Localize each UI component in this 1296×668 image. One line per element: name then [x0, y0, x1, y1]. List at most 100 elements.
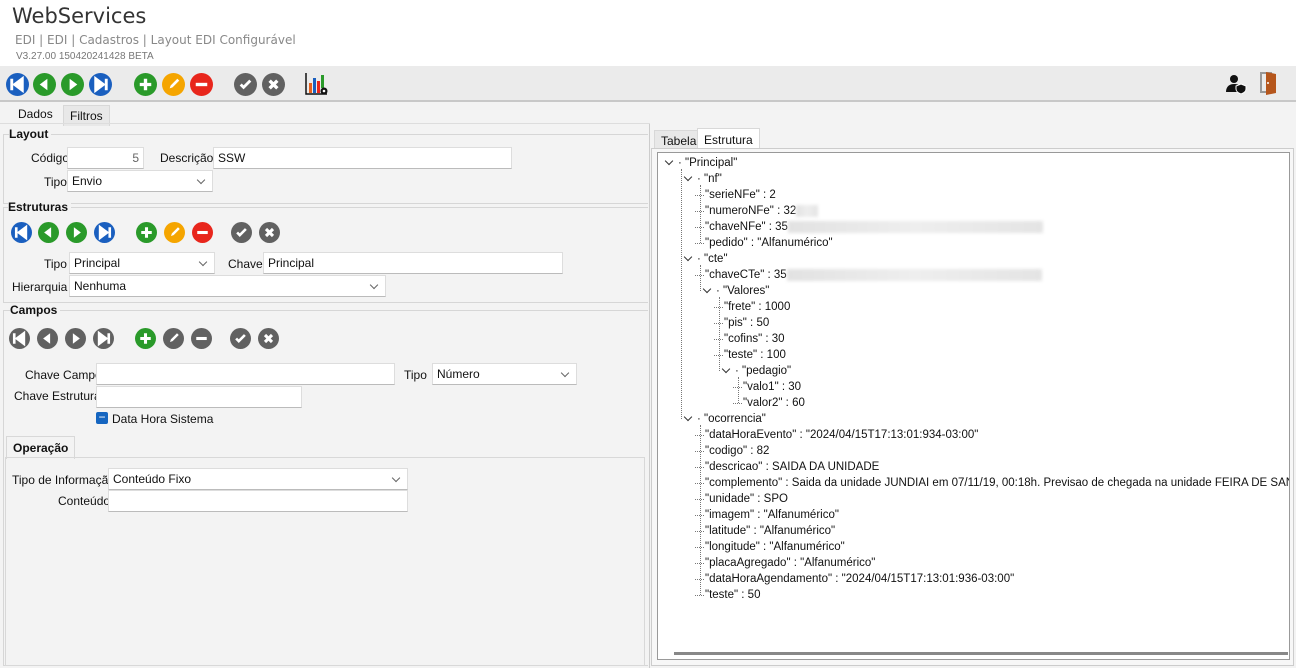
tree-leaf-label: "dataHoraEvento" : "2024/04/15T17:13:01:… — [705, 429, 979, 441]
tipo-label: Tipo — [44, 175, 67, 189]
json-tree[interactable]: · "Principal" · "nf" "serieNFe" : 2 "numero… — [657, 152, 1290, 660]
add-icon[interactable] — [133, 72, 157, 96]
layout-group-title: Layout — [9, 127, 52, 141]
chevron-down-icon[interactable] — [683, 172, 693, 182]
delete-icon[interactable] — [191, 221, 213, 243]
tree-leaf[interactable]: "valo1" : 30 — [733, 379, 801, 395]
tree-node[interactable]: · "pedagio" — [721, 363, 791, 379]
horizontal-scrollbar[interactable] — [674, 652, 1288, 655]
tree-leaf-label: "placaAgregado" : "Alfanumérico" — [705, 557, 876, 569]
chave-campo-field[interactable] — [96, 363, 395, 385]
codigo-label: Código — [31, 151, 70, 165]
codigo-field[interactable]: 5 — [67, 147, 144, 169]
tree-leaf[interactable]: "dataHoraAgendamento" : "2024/04/15T17:1… — [695, 571, 1014, 587]
edit-icon[interactable] — [161, 72, 185, 96]
tree-node[interactable]: · "Principal" — [664, 155, 737, 171]
previous-icon[interactable] — [32, 72, 56, 96]
cancel-icon[interactable] — [261, 72, 285, 96]
first-icon[interactable] — [8, 327, 30, 349]
tree-node-label: · "ocorrencia" — [697, 413, 766, 425]
tree-leaf[interactable]: "descricao" : SAIDA DA UNIDADE — [695, 459, 879, 475]
edit-icon[interactable] — [162, 327, 184, 349]
descricao-field[interactable]: SSW — [213, 147, 512, 169]
tree-leaf-label: "numeroNFe" : 32 — [705, 205, 797, 217]
hierarquia-select[interactable]: Nenhuma — [69, 275, 386, 297]
tree-node[interactable]: · "ocorrencia" — [683, 411, 766, 427]
last-icon[interactable] — [88, 72, 112, 96]
chevron-down-icon[interactable] — [702, 284, 712, 294]
tree-leaf[interactable]: "dataHoraEvento" : "2024/04/15T17:13:01:… — [695, 427, 979, 443]
tree-leaf[interactable]: "complemento" : Saida da unidade JUNDIAI… — [695, 475, 1289, 491]
campo-tipo-select[interactable]: Número — [432, 363, 577, 385]
tree-leaf[interactable]: "placaAgregado" : "Alfanumérico" — [695, 555, 876, 571]
first-icon[interactable] — [5, 72, 29, 96]
tree-leaf-label: "cofins" : 30 — [724, 333, 785, 345]
confirm-icon[interactable] — [230, 221, 252, 243]
tree-leaf[interactable]: "latitude" : "Alfanumérico" — [695, 523, 835, 539]
conteudo-label: Conteúdo — [58, 494, 111, 508]
chevron-down-icon[interactable] — [683, 412, 693, 422]
tree-leaf-label: "pedido" : "Alfanumérico" — [705, 237, 833, 249]
campos-group-title: Campos — [10, 303, 61, 317]
tree-leaf[interactable]: "codigo" : 82 — [695, 443, 770, 459]
tree-leaf-label: "codigo" : 82 — [705, 445, 770, 457]
last-icon[interactable] — [92, 327, 114, 349]
app-title: WebServices — [12, 4, 147, 28]
tree-guide-line — [681, 169, 682, 419]
tree-leaf[interactable]: "pis" : 50 — [714, 315, 769, 331]
tree-leaf-label: "longitude" : "Alfanumérico" — [705, 541, 845, 553]
tree-leaf[interactable]: "imagem" : "Alfanumérico" — [695, 507, 839, 523]
cancel-icon[interactable] — [257, 327, 279, 349]
previous-icon[interactable] — [36, 327, 58, 349]
tree-leaf[interactable]: "longitude" : "Alfanumérico" — [695, 539, 845, 555]
delete-icon[interactable] — [189, 72, 213, 96]
tree-node[interactable]: · "Valores" — [702, 283, 769, 299]
tree-leaf[interactable]: "unidade" : SPO — [695, 491, 788, 507]
tree-leaf[interactable]: "chaveNFe" : 35 — [695, 219, 1043, 235]
data-hora-checkbox[interactable]: − — [96, 411, 108, 424]
layout-tipo-select[interactable]: Envio — [67, 170, 213, 192]
tree-connector — [695, 595, 704, 596]
tree-leaf[interactable]: "frete" : 1000 — [714, 299, 790, 315]
tab-operacao[interactable]: Operação — [6, 436, 76, 459]
add-icon[interactable] — [134, 327, 156, 349]
estrutura-tipo-select[interactable]: Principal — [69, 252, 215, 274]
confirm-icon[interactable] — [233, 72, 257, 96]
tree-leaf-label: "chaveCTe" : 35 — [705, 269, 787, 281]
tree-node[interactable]: · "cte" — [683, 251, 728, 267]
tree-node[interactable]: · "nf" — [683, 171, 722, 187]
cancel-icon[interactable] — [258, 221, 280, 243]
tree-leaf[interactable]: "numeroNFe" : 32 — [695, 203, 819, 219]
first-icon[interactable] — [10, 221, 32, 243]
next-icon[interactable] — [60, 72, 84, 96]
tree-leaf[interactable]: "cofins" : 30 — [714, 331, 785, 347]
splitter[interactable] — [649, 124, 650, 668]
chevron-down-icon[interactable] — [664, 156, 674, 166]
tree-leaf[interactable]: "pedido" : "Alfanumérico" — [695, 235, 833, 251]
next-icon[interactable] — [64, 327, 86, 349]
previous-icon[interactable] — [37, 221, 59, 243]
conteudo-field[interactable] — [108, 490, 408, 512]
edit-icon[interactable] — [163, 221, 185, 243]
tab-dados[interactable]: Dados — [7, 104, 64, 123]
chave-field[interactable]: Principal — [263, 252, 563, 274]
confirm-icon[interactable] — [229, 327, 251, 349]
tree-leaf[interactable]: "serieNFe" : 2 — [695, 187, 776, 203]
user-shield-icon[interactable] — [1226, 74, 1248, 95]
tipo-informacao-select[interactable]: Conteúdo Fixo — [108, 468, 408, 490]
tree-leaf[interactable]: "valor2" : 60 — [733, 395, 805, 411]
next-icon[interactable] — [65, 221, 87, 243]
exit-door-icon[interactable] — [1260, 71, 1278, 95]
version-label: V3.27.00 150420241428 BETA — [16, 51, 154, 62]
chevron-down-icon[interactable] — [721, 364, 731, 374]
tree-leaf[interactable]: "teste" : 50 — [695, 587, 760, 603]
chave-estrutura-field[interactable] — [96, 386, 302, 408]
tree-guide-line — [738, 377, 739, 403]
add-icon[interactable] — [135, 221, 157, 243]
chevron-down-icon[interactable] — [683, 252, 693, 262]
last-icon[interactable] — [93, 221, 115, 243]
delete-icon[interactable] — [190, 327, 212, 349]
tree-leaf[interactable]: "teste" : 100 — [714, 347, 786, 363]
tree-leaf[interactable]: "chaveCTe" : 35 — [695, 267, 1042, 283]
chart-settings-icon[interactable] — [305, 72, 329, 96]
